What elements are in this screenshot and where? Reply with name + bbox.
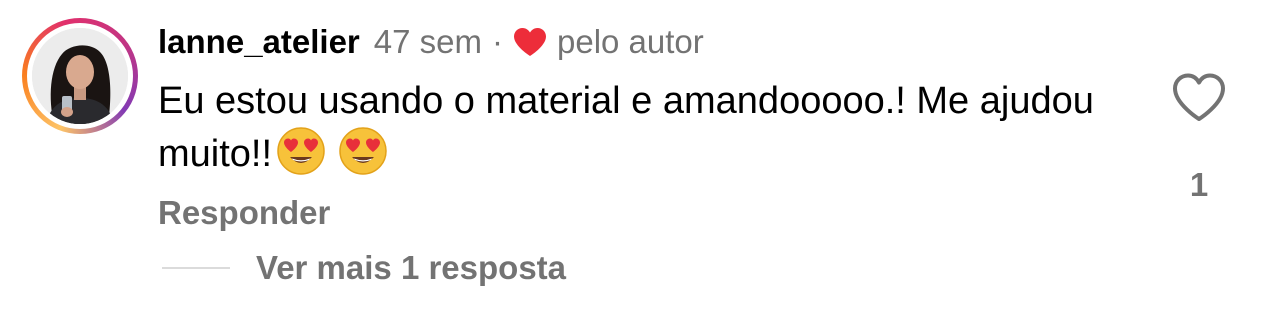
comment-body: Eu estou usando o material e amandooooo.… [158, 76, 1138, 179]
avatar-photo [32, 28, 128, 124]
avatar-story-ring[interactable] [22, 18, 138, 134]
reply-button[interactable]: Responder [158, 194, 330, 232]
view-replies-label[interactable]: Ver mais 1 resposta [256, 249, 566, 287]
username-link[interactable]: lanne_atelier [158, 23, 360, 61]
heart-eyes-emoji-icon [338, 126, 388, 176]
like-control: 1 [1168, 72, 1230, 204]
like-count: 1 [1189, 166, 1209, 203]
timestamp: 47 sem [373, 23, 482, 60]
avatar-ring-gap [27, 23, 133, 129]
avatar[interactable] [32, 28, 128, 124]
heart-eyes-emoji-icon [276, 126, 326, 176]
replies-divider-line [162, 267, 230, 269]
liked-by-author-label: pelo autor [557, 23, 704, 60]
author-liked-heart-icon [513, 27, 547, 57]
separator-dot: · [492, 23, 503, 60]
comment-header: lanne_atelier 47 sem · pelo autor [158, 20, 704, 64]
heart-outline-icon[interactable] [1171, 72, 1227, 124]
view-replies-button[interactable]: Ver mais 1 resposta [162, 246, 566, 290]
